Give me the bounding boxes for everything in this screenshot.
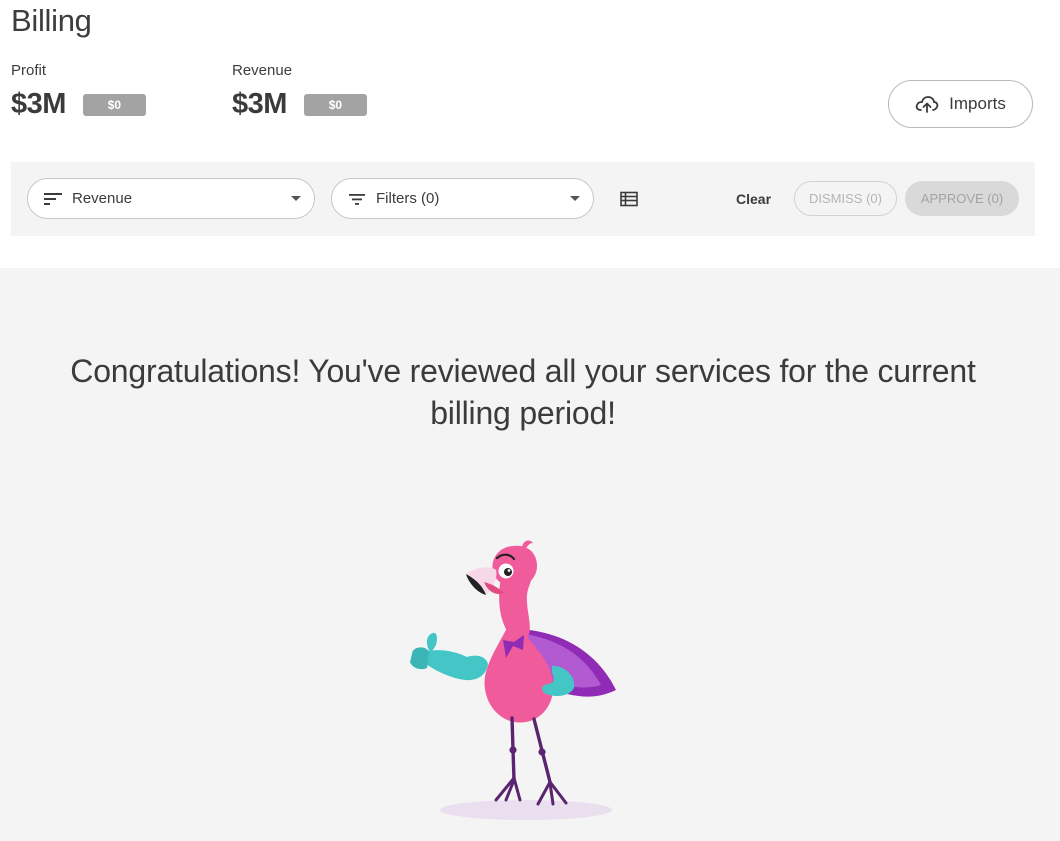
filter-select-value: Filters (0) (376, 190, 440, 207)
profit-change-badge: $0 (82, 93, 146, 116)
sort-select[interactable]: Revenue (27, 178, 315, 219)
cloud-upload-icon (915, 96, 939, 113)
dismiss-button[interactable]: DISMISS (0) (794, 181, 897, 216)
revenue-label: Revenue (232, 62, 293, 79)
revenue-metric: Revenue $3M $0 (232, 62, 367, 121)
flamingo-thumbs-up-illustration (410, 540, 616, 820)
page-title: Billing (11, 3, 92, 38)
revenue-value: $3M (232, 88, 287, 120)
profit-metric: Profit $3M $0 (11, 62, 146, 121)
congratulations-message-line2: billing period! (430, 395, 616, 431)
table-view-icon[interactable] (620, 191, 638, 207)
congratulations-message: Congratulations! You've reviewed all you… (0, 350, 1046, 434)
empty-state-panel: Congratulations! You've reviewed all you… (0, 268, 1060, 841)
approve-button[interactable]: APPROVE (0) (905, 181, 1019, 216)
profit-value: $3M (11, 88, 66, 120)
imports-label: Imports (949, 94, 1006, 113)
profit-label: Profit (11, 62, 47, 79)
clear-button[interactable]: Clear (736, 191, 771, 207)
congratulations-message-line1: Congratulations! You've reviewed all you… (70, 353, 976, 389)
revenue-change-badge: $0 (303, 93, 367, 116)
chevron-down-icon (570, 196, 580, 201)
billing-toolbar: Revenue Filters (0) Clear DISMISS (0) AP… (11, 162, 1035, 236)
sort-lines-icon (44, 192, 62, 205)
imports-button[interactable]: Imports (888, 80, 1033, 128)
chevron-down-icon (291, 196, 301, 201)
sort-select-value: Revenue (72, 190, 133, 207)
filter-icon (349, 193, 365, 205)
filter-select[interactable]: Filters (0) (331, 178, 594, 219)
